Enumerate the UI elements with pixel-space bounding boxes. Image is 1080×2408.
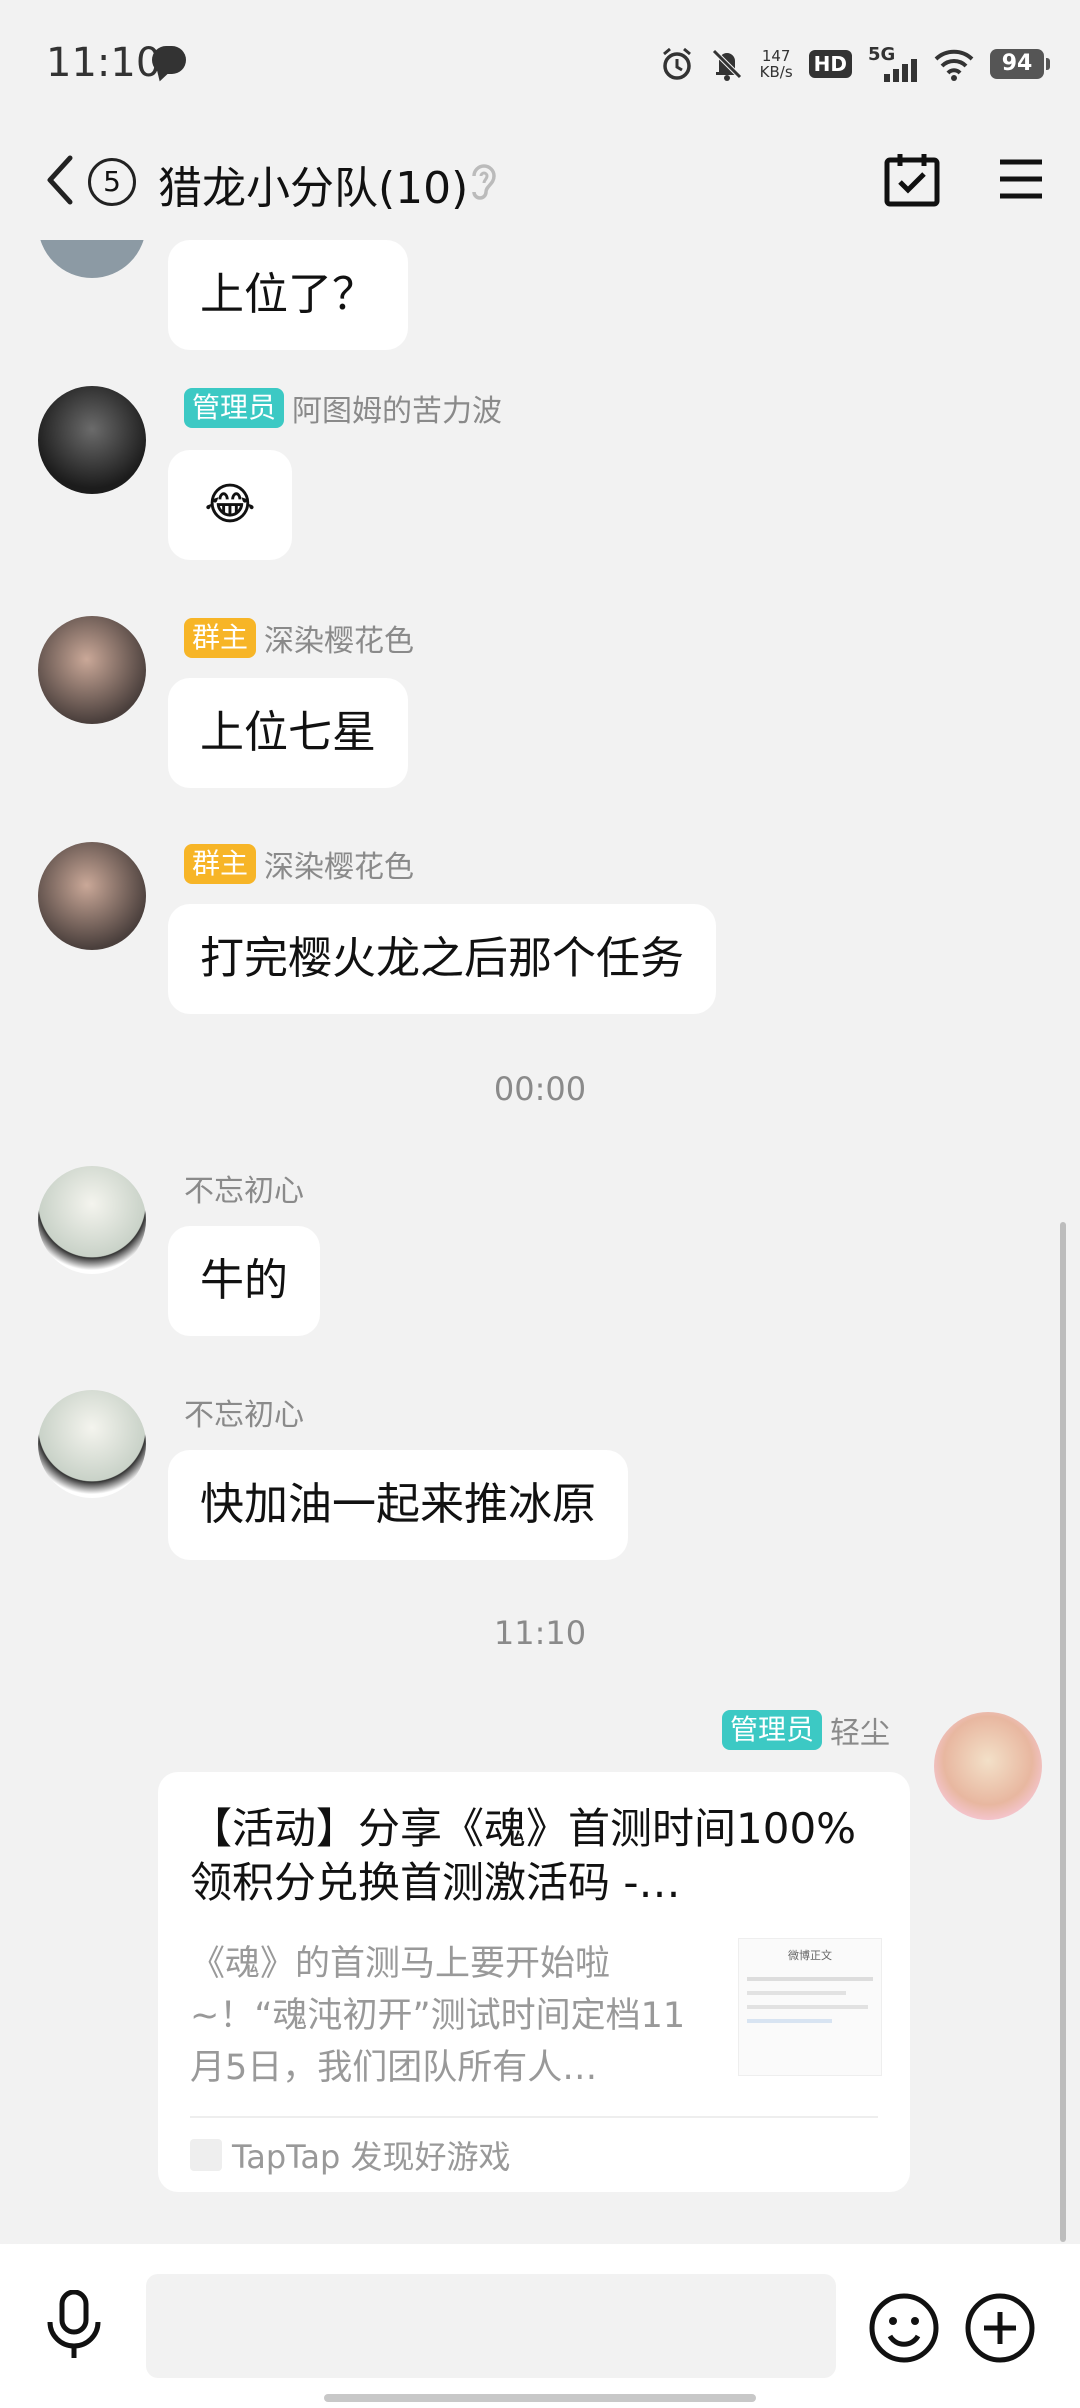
sender-line: 不忘初心 bbox=[184, 1390, 304, 1434]
message-bubble[interactable]: 上位了？ bbox=[168, 240, 408, 350]
status-time: 11:10 bbox=[46, 40, 162, 86]
network-speed: 147 KB/s bbox=[759, 47, 793, 81]
role-badge-owner: 群主 bbox=[184, 618, 257, 658]
avatar[interactable] bbox=[38, 616, 146, 724]
sender-name[interactable]: 深染樱花色 bbox=[264, 616, 414, 660]
sender-name[interactable]: 不忘初心 bbox=[184, 1166, 304, 1210]
laughing-emoji-icon: 😂 bbox=[204, 479, 256, 530]
card-source: TapTap 发现好游戏 bbox=[190, 2132, 511, 2178]
sender-name[interactable]: 阿图姆的苦力波 bbox=[292, 386, 502, 430]
message-bubble[interactable]: 牛的 bbox=[168, 1226, 320, 1336]
hd-icon: HD bbox=[808, 50, 852, 78]
sender-line: 管理员 阿图姆的苦力波 bbox=[184, 386, 502, 430]
avatar[interactable] bbox=[38, 240, 146, 278]
avatar[interactable] bbox=[934, 1712, 1042, 1820]
battery-icon: 94 bbox=[990, 49, 1050, 79]
avatar[interactable] bbox=[38, 1390, 146, 1498]
emoji-bubble[interactable]: 😂 bbox=[168, 450, 292, 560]
message-notification-icon bbox=[152, 46, 186, 74]
wifi-icon bbox=[934, 49, 974, 81]
role-badge-admin: 管理员 bbox=[721, 1710, 822, 1750]
microphone-icon[interactable] bbox=[44, 2290, 104, 2362]
shared-link-card[interactable]: 【活动】分享《魂》首测时间100%领积分兑换首测激活码 -… 《魂》的首测马上要… bbox=[158, 1772, 910, 2192]
time-separator: 11:10 bbox=[493, 1614, 587, 1652]
chat-message-list[interactable]: 上位了？ 管理员 阿图姆的苦力波 😂 群主 深染樱花色 上位七星 群主 深染樱花… bbox=[0, 240, 1080, 2244]
time-separator: 00:00 bbox=[493, 1070, 587, 1108]
plus-icon[interactable] bbox=[964, 2292, 1036, 2364]
alarm-icon bbox=[662, 47, 691, 80]
card-title: 【活动】分享《魂》首测时间100%领积分兑换首测激活码 -… bbox=[190, 1804, 857, 1907]
avatar[interactable] bbox=[38, 1166, 146, 1274]
card-description: 《魂》的首测马上要开始啦~！“魂沌初开”测试时间定档11月5日，我们团队所有人… bbox=[190, 1944, 686, 2088]
message-bubble[interactable]: 上位七星 bbox=[168, 678, 408, 788]
card-divider bbox=[190, 2116, 878, 2118]
group-title: 猎龙小分队(10) bbox=[158, 163, 469, 214]
sender-name[interactable]: 轻尘 bbox=[830, 1708, 890, 1752]
role-badge-admin: 管理员 bbox=[184, 388, 285, 428]
message-bubble[interactable]: 打完樱火龙之后那个任务 bbox=[168, 904, 716, 1014]
input-bar bbox=[0, 2244, 1080, 2408]
message-input[interactable] bbox=[146, 2274, 836, 2378]
avatar[interactable] bbox=[38, 842, 146, 950]
emoji-icon[interactable] bbox=[868, 2292, 940, 2364]
calendar-check-icon[interactable] bbox=[882, 150, 942, 210]
role-badge-owner: 群主 bbox=[184, 844, 257, 884]
sender-line: 群主 深染樱花色 bbox=[184, 616, 414, 660]
sender-line: 管理员 轻尘 bbox=[721, 1708, 890, 1752]
unread-count-badge[interactable]: 5 bbox=[88, 158, 136, 206]
card-thumbnail: 微博正文 bbox=[738, 1938, 882, 2076]
earpiece-icon bbox=[472, 164, 496, 200]
status-bar: 11:10 147 KB/s HD 5G 94 bbox=[0, 0, 1080, 130]
avatar[interactable] bbox=[38, 386, 146, 494]
sender-line: 不忘初心 bbox=[184, 1166, 304, 1210]
mute-icon bbox=[711, 49, 742, 81]
sender-line: 群主 深染樱花色 bbox=[184, 842, 414, 886]
sender-name[interactable]: 深染樱花色 bbox=[264, 842, 414, 886]
back-arrow-icon[interactable] bbox=[40, 152, 80, 208]
menu-icon[interactable] bbox=[998, 156, 1044, 202]
taptap-icon bbox=[190, 2139, 222, 2171]
chat-header: 5 猎龙小分队(10) bbox=[0, 130, 1080, 240]
sender-name[interactable]: 不忘初心 bbox=[184, 1390, 304, 1434]
signal-icon: 5G bbox=[868, 44, 918, 84]
scrollbar[interactable] bbox=[1060, 1222, 1066, 2242]
message-bubble[interactable]: 快加油一起来推冰原 bbox=[168, 1450, 628, 1560]
home-indicator[interactable] bbox=[324, 2394, 756, 2402]
